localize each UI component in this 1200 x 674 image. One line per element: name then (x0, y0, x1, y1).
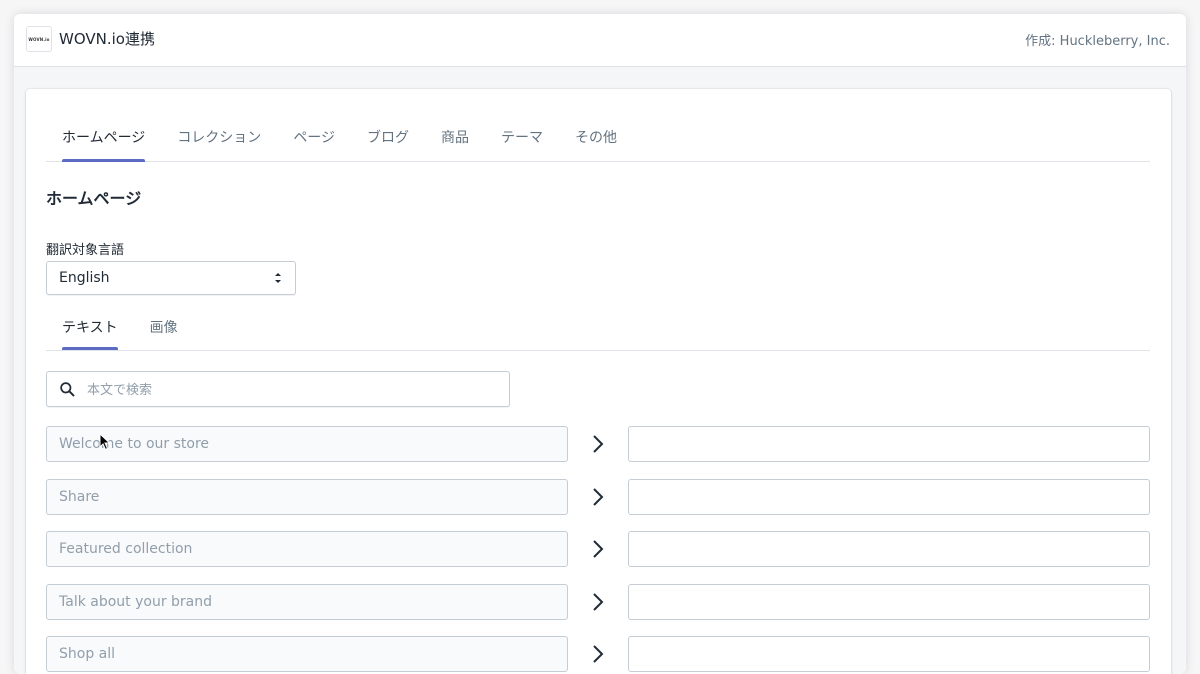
source-text-field: Welcome to our store (46, 426, 568, 462)
tab-collections[interactable]: コレクション (161, 113, 277, 161)
select-arrows-icon (273, 271, 283, 285)
translation-row: Shop all (46, 636, 1150, 672)
tab-products[interactable]: 商品 (425, 113, 485, 161)
section-title: ホームページ (46, 185, 141, 209)
tab-theme[interactable]: テーマ (485, 113, 559, 161)
translation-input[interactable] (628, 426, 1150, 462)
tab-text[interactable]: テキスト (46, 307, 134, 349)
chevron-right-icon (591, 644, 605, 664)
source-text-field: Talk about your brand (46, 584, 568, 620)
search-box (46, 371, 510, 407)
tab-label: コレクション (177, 130, 261, 146)
app-author: 作成: Huckleberry, Inc. (1025, 30, 1170, 49)
app-logo: WOVN.io (26, 26, 52, 52)
chevron-right-icon (591, 592, 605, 612)
source-text-field: Shop all (46, 636, 568, 672)
page-type-tabs: ホームページ コレクション ページ ブログ 商品 テーマ その他 (46, 113, 1150, 162)
tab-label: その他 (575, 130, 617, 146)
language-select[interactable]: English (46, 261, 296, 295)
app-title: WOVN.io連携 (59, 28, 155, 49)
mouse-cursor-icon (99, 433, 111, 451)
translation-rows: Welcome to our store Share Featured coll… (46, 426, 1150, 674)
translation-row: Featured collection (46, 531, 1150, 567)
tab-label: ブログ (367, 130, 409, 146)
translation-row: Welcome to our store (46, 426, 1150, 462)
app-window: WOVN.io WOVN.io連携 作成: Huckleberry, Inc. … (14, 14, 1186, 674)
app-logo-text: WOVN.io (28, 37, 49, 42)
tab-label: 画像 (150, 320, 178, 336)
source-text-field: Share (46, 479, 568, 515)
translation-row: Share (46, 479, 1150, 515)
translation-input[interactable] (628, 531, 1150, 567)
tab-blogs[interactable]: ブログ (351, 113, 425, 161)
translation-input[interactable] (628, 584, 1150, 620)
language-select-value: English (59, 270, 110, 286)
language-label: 翻訳対象言語 (46, 239, 124, 258)
tab-label: ページ (293, 130, 335, 146)
tab-label: 商品 (441, 130, 469, 146)
main-card: ホームページ コレクション ページ ブログ 商品 テーマ その他 ホームページ … (26, 89, 1171, 674)
tab-label: ホームページ (62, 130, 145, 146)
tab-other[interactable]: その他 (559, 113, 633, 161)
content-type-tabs: テキスト 画像 (46, 307, 1150, 351)
search-icon (59, 381, 76, 398)
translation-input[interactable] (628, 636, 1150, 672)
app-header: WOVN.io WOVN.io連携 作成: Huckleberry, Inc. (14, 14, 1186, 67)
chevron-right-icon (591, 434, 605, 454)
tab-images[interactable]: 画像 (134, 307, 194, 349)
translation-input[interactable] (628, 479, 1150, 515)
tab-label: テーマ (501, 130, 543, 146)
translation-row: Talk about your brand (46, 584, 1150, 620)
chevron-right-icon (591, 487, 605, 507)
tab-pages[interactable]: ページ (277, 113, 351, 161)
tab-homepage[interactable]: ホームページ (46, 113, 161, 161)
source-text-field: Featured collection (46, 531, 568, 567)
chevron-right-icon (591, 539, 605, 559)
tab-label: テキスト (62, 320, 118, 336)
search-input[interactable] (85, 378, 499, 402)
